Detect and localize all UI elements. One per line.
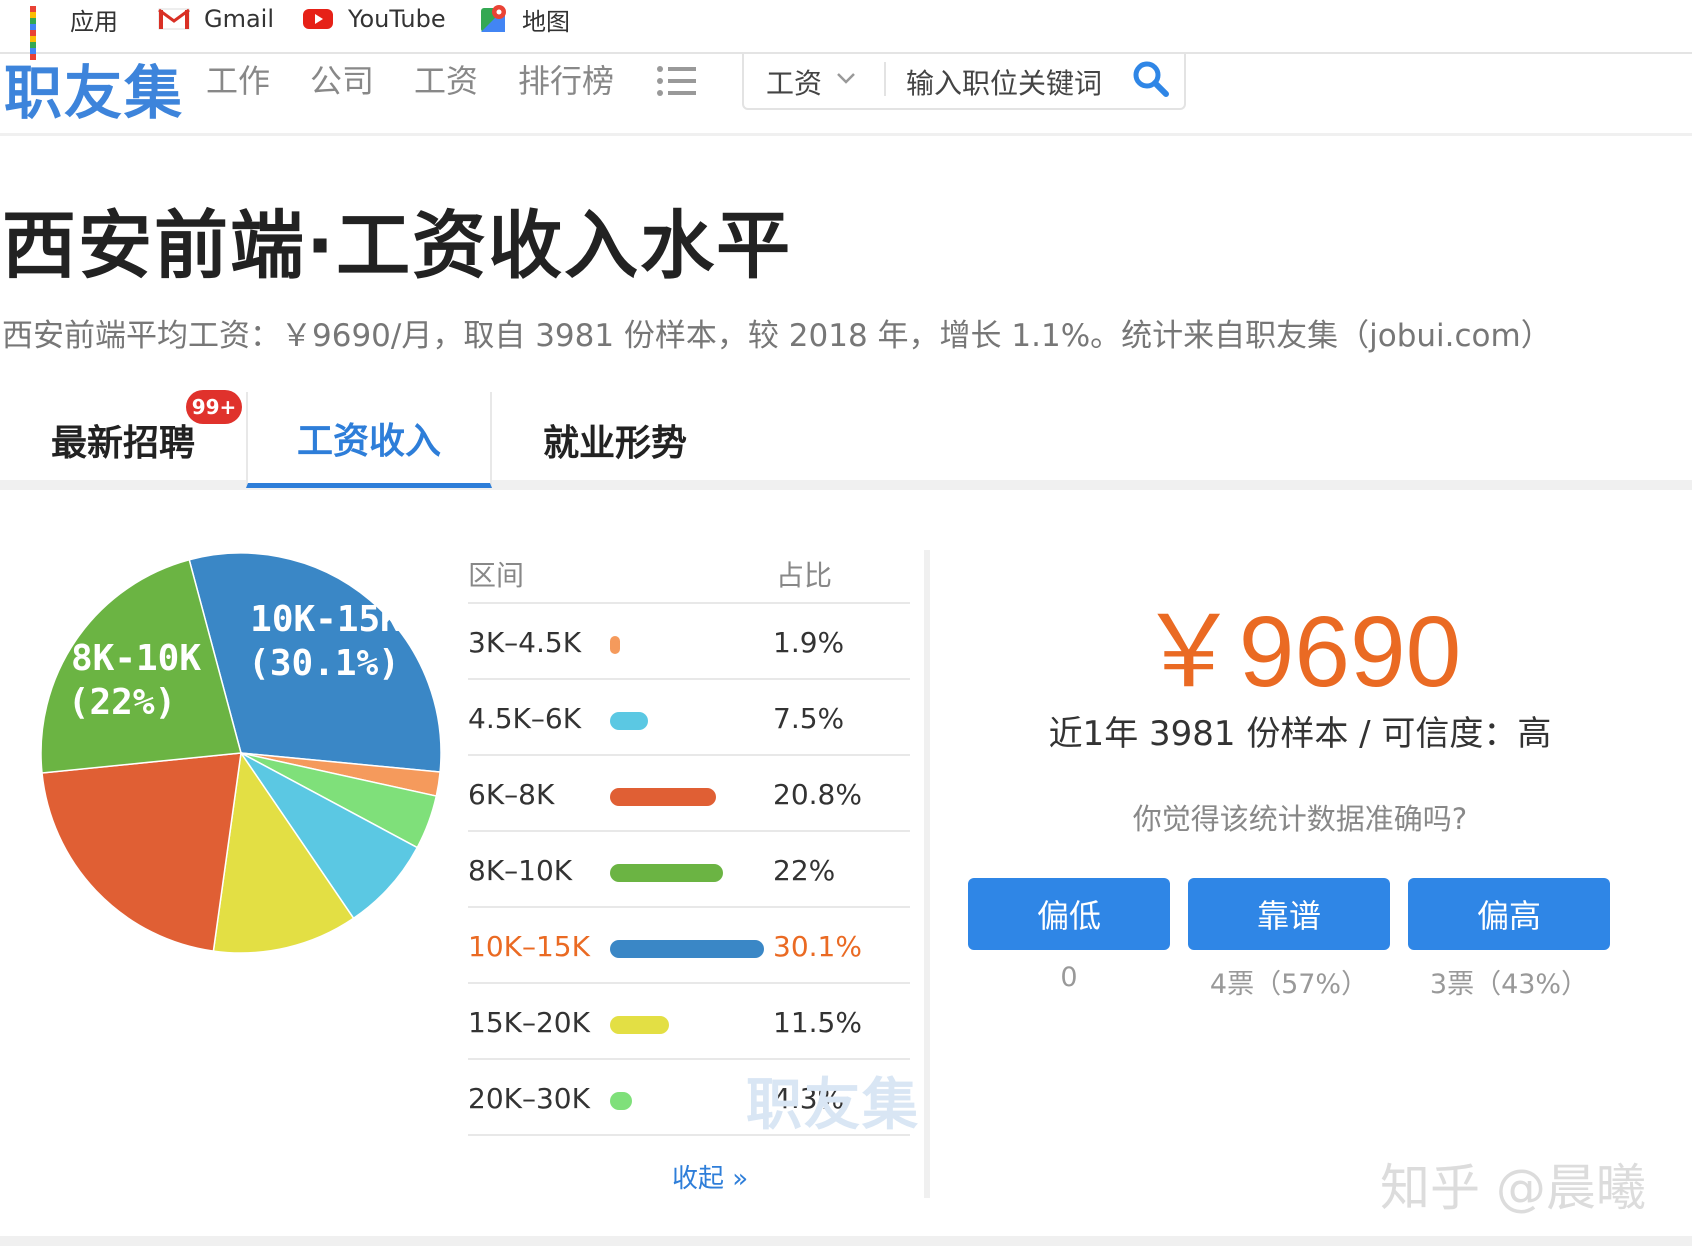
page-subtitle: 西安前端平均工资：￥9690/月，取自 3981 份样本，较 2018 年，增长… <box>2 318 1552 354</box>
pie-label-10k-15k-pct: (30.1%) <box>248 643 400 684</box>
table-row: 6K–8K 20.8% <box>468 754 910 830</box>
col-header-range: 区间 <box>468 559 525 592</box>
bottom-divider <box>0 1236 1692 1246</box>
bookmark-youtube-label: YouTube <box>348 5 446 33</box>
column-divider <box>924 550 930 1198</box>
bookmark-apps[interactable]: 应用 <box>30 2 118 60</box>
search-divider <box>884 62 886 96</box>
accuracy-question: 你觉得该统计数据准确吗? <box>1132 802 1468 836</box>
site-header: 职友集 工作 公司 工资 排行榜 工资 输入职位关键词 <box>0 54 1692 136</box>
salary-pie-chart: 10K-15K (30.1%) 8K-10K (22%) <box>40 552 442 954</box>
row-percent: 20.8% <box>773 778 862 811</box>
row-bar <box>610 864 723 882</box>
row-bar <box>610 712 649 730</box>
nav-item-salary[interactable]: 工资 <box>414 56 478 102</box>
tab-latest-jobs-label: 最新招聘 <box>50 423 195 464</box>
row-percent: 30.1% <box>773 930 862 963</box>
search-box: 工资 输入职位关键词 <box>742 54 1186 110</box>
zhihu-watermark: 知乎 @晨曦 <box>1380 1159 1646 1217</box>
row-range: 3K–4.5K <box>468 626 582 659</box>
row-range: 8K–10K <box>468 854 573 887</box>
pie-label-8k-10k-pct: (22%) <box>68 682 176 723</box>
nav-item-jobs[interactable]: 工作 <box>206 56 270 102</box>
search-type-select[interactable]: 工资 <box>766 62 822 102</box>
search-input[interactable]: 输入职位关键词 <box>906 62 1102 102</box>
gmail-icon <box>158 8 190 30</box>
sample-info: 近1年 3981 份样本 / 可信度：高 <box>1048 714 1552 754</box>
pie-slice <box>41 752 242 952</box>
page-title: 西安前端·工资收入水平 <box>2 203 793 289</box>
table-row: 15K–20K 11.5% <box>468 982 910 1058</box>
row-bar <box>610 1092 632 1110</box>
table-row: 8K–10K 22% <box>468 830 910 906</box>
bookmark-apps-label: 应用 <box>70 7 118 36</box>
apps-grid-icon <box>30 6 56 60</box>
tab-bar: 最新招聘 99+ 工资收入 就业形势 <box>0 390 1692 490</box>
bookmark-maps-label: 地图 <box>522 7 570 36</box>
pie-label-10k-15k: 10K-15K <box>250 599 402 640</box>
row-bar <box>610 636 620 654</box>
maps-icon <box>481 5 506 32</box>
menu-list-icon[interactable] <box>656 64 698 98</box>
table-row: 3K–4.5K 1.9% <box>468 602 910 678</box>
pie-label-8k-10k: 8K-10K <box>71 638 201 679</box>
bookmark-gmail[interactable]: Gmail <box>158 2 274 36</box>
nav-item-companies[interactable]: 公司 <box>310 56 374 102</box>
new-jobs-badge: 99+ <box>186 390 242 424</box>
search-icon[interactable] <box>1132 60 1170 98</box>
row-bar <box>610 940 764 958</box>
average-salary: ￥9690 <box>1138 596 1462 708</box>
vote-low-count: 0 <box>1060 962 1078 993</box>
collapse-link[interactable]: 收起 » <box>672 1158 748 1195</box>
tab-salary-income-label: 工资收入 <box>296 420 441 462</box>
row-bar <box>610 1016 669 1034</box>
bookmarks-bar: 应用 Gmail YouTube 地图 <box>0 0 1692 60</box>
table-watermark: 职友集 <box>746 1073 920 1138</box>
site-logo[interactable]: 职友集 <box>4 46 184 130</box>
bookmark-youtube[interactable]: YouTube <box>302 2 446 36</box>
nav-item-rankings[interactable]: 排行榜 <box>518 56 614 102</box>
row-range: 4.5K–6K <box>468 702 582 735</box>
table-row: 10K–15K 30.1% <box>468 906 910 982</box>
tab-employment-trend[interactable]: 就业形势 <box>492 392 738 488</box>
vote-high-button[interactable]: 偏高 <box>1408 878 1610 950</box>
bookmark-gmail-label: Gmail <box>204 5 275 33</box>
bookmark-maps[interactable]: 地图 <box>480 2 570 36</box>
col-header-ratio: 占比 <box>776 559 833 592</box>
row-percent: 1.9% <box>773 626 845 659</box>
row-range: 20K–30K <box>468 1082 590 1115</box>
chevron-down-icon[interactable] <box>836 68 856 88</box>
row-range: 10K–15K <box>468 930 590 963</box>
row-percent: 11.5% <box>773 1006 862 1039</box>
table-row: 4.5K–6K 7.5% <box>468 678 910 754</box>
vote-low-button[interactable]: 偏低 <box>968 878 1170 950</box>
tab-salary-income[interactable]: 工资收入 <box>246 392 492 488</box>
vote-high-count: 3票（43%） <box>1429 969 1589 1000</box>
row-bar <box>610 788 717 806</box>
tab-latest-jobs[interactable]: 最新招聘 99+ <box>0 390 246 488</box>
tab-employment-trend-label: 就业形势 <box>542 423 687 464</box>
vote-accurate-button[interactable]: 靠谱 <box>1188 878 1390 950</box>
row-percent: 7.5% <box>773 702 845 735</box>
youtube-icon <box>303 9 333 29</box>
row-range: 15K–20K <box>468 1006 590 1039</box>
vote-accurate-count: 4票（57%） <box>1209 969 1369 1000</box>
row-percent: 22% <box>773 854 836 887</box>
row-range: 6K–8K <box>468 778 555 811</box>
